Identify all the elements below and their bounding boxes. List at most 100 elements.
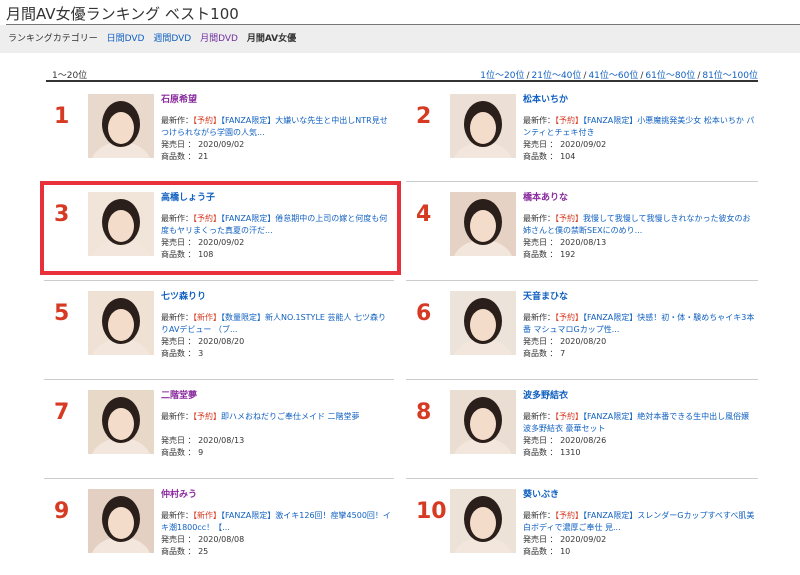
product-count-row: 商品数 ： 9 bbox=[161, 447, 394, 459]
count-label: 商品数 ： bbox=[523, 349, 558, 358]
entry-info: 石原希望 最新作：【予約】【FANZA限定】大嫌いな先生と中出しNTR見せつけられ… bbox=[161, 94, 394, 163]
release-label: 発売日 ： bbox=[523, 140, 558, 149]
category-bar: ランキングカテゴリー 日間DVD 週間DVD 月間DVD 月間AV女優 bbox=[0, 25, 800, 53]
release-date: 2020/08/20 bbox=[198, 337, 245, 346]
latest-work: 最新作：【新作】【数量限定】新人NO.1STYLE 芸能人 七ツ森りりAVデビュ… bbox=[161, 312, 394, 336]
category-monthly-dvd[interactable]: 月間DVD bbox=[200, 34, 238, 44]
actress-name-link[interactable]: 波多野結衣 bbox=[523, 390, 756, 404]
ranking-entry: 5 七ツ森りり最新作：【新作】【数量限定】新人NO.1STYLE 芸能人 七ツ森り… bbox=[44, 291, 394, 377]
release-date-row: 発売日 ： 2020/09/02 bbox=[523, 139, 756, 151]
status-tag: 【新作】 bbox=[193, 511, 221, 520]
rank-number: 6 bbox=[416, 301, 432, 326]
release-date-row: 発売日 ： 2020/08/20 bbox=[523, 336, 756, 348]
count-label: 商品数 ： bbox=[523, 152, 558, 161]
release-date-row: 発売日 ： 2020/09/02 bbox=[523, 534, 756, 546]
highlight-box bbox=[40, 181, 401, 275]
status-tag: 【予約】 bbox=[555, 511, 583, 520]
latest-label: 最新作： bbox=[161, 412, 193, 421]
actress-photo[interactable] bbox=[88, 291, 154, 355]
product-count-row: 商品数 ： 104 bbox=[523, 151, 756, 163]
page-title: 月間AV女優ランキング ベスト100 bbox=[6, 5, 239, 23]
status-tag: 【予約】 bbox=[555, 116, 583, 125]
product-count-row: 商品数 ： 7 bbox=[523, 348, 756, 360]
product-count: 25 bbox=[198, 547, 209, 556]
actress-photo[interactable] bbox=[450, 390, 516, 454]
entry-info: 波多野結衣 最新作：【予約】【FANZA限定】絶対本番できる生中出し風俗嬢 波多野… bbox=[523, 390, 756, 459]
latest-label: 最新作： bbox=[523, 511, 555, 520]
product-count-row: 商品数 ： 192 bbox=[523, 249, 756, 261]
actress-photo[interactable] bbox=[88, 489, 154, 553]
actress-name-link[interactable]: 仲村みう bbox=[161, 489, 394, 503]
latest-work: 最新作：【予約】即ハメおねだりご奉仕メイド 二階堂夢 bbox=[161, 411, 394, 435]
actress-name-link[interactable]: 葵いぶき bbox=[523, 489, 756, 503]
ranking-entry: 8 波多野結衣 最新作：【予約】【FANZA限定】絶対本番できる生中出し風俗嬢 波多… bbox=[406, 390, 756, 476]
actress-photo[interactable] bbox=[450, 94, 516, 158]
entry-info: 七ツ森りり最新作：【新作】【数量限定】新人NO.1STYLE 芸能人 七ツ森りり… bbox=[161, 291, 394, 360]
category-weekly-dvd[interactable]: 週間DVD bbox=[153, 34, 191, 44]
release-date: 2020/08/20 bbox=[560, 337, 607, 346]
actress-name-link[interactable]: 橋本ありな bbox=[523, 192, 756, 206]
actress-name-link[interactable]: 七ツ森りり bbox=[161, 291, 394, 305]
actress-name-link[interactable]: 石原希望 bbox=[161, 94, 394, 108]
row-divider bbox=[44, 280, 394, 281]
entry-info: 仲村みう最新作：【新作】【FANZA限定】激イキ126回！痙攣4500回！イキ潮… bbox=[161, 489, 394, 558]
actress-photo[interactable] bbox=[450, 192, 516, 256]
latest-label: 最新作： bbox=[161, 511, 193, 520]
entry-info: 松本いちか 最新作：【予約】【FANZA限定】小悪魔挑発美少女 松本いちか パンテ… bbox=[523, 94, 756, 163]
category-daily-dvd[interactable]: 日間DVD bbox=[107, 34, 145, 44]
row-divider bbox=[406, 478, 758, 479]
row-divider bbox=[406, 181, 758, 182]
status-tag: 【予約】 bbox=[555, 313, 583, 322]
actress-photo[interactable] bbox=[450, 291, 516, 355]
release-label: 発売日 ： bbox=[523, 436, 558, 445]
release-label: 発売日 ： bbox=[161, 140, 196, 149]
actress-name-link[interactable]: 二階堂夢 bbox=[161, 390, 394, 404]
count-label: 商品数 ： bbox=[161, 448, 196, 457]
ranking-entry: 2 松本いちか 最新作：【予約】【FANZA限定】小悪魔挑発美少女 松本いちか パン… bbox=[406, 94, 756, 180]
release-date-row: 発売日 ： 2020/08/13 bbox=[523, 237, 756, 249]
status-tag: 【予約】 bbox=[555, 214, 583, 223]
product-count: 3 bbox=[198, 349, 204, 358]
latest-work-link[interactable]: 即ハメおねだりご奉仕メイド 二階堂夢 bbox=[221, 412, 360, 421]
count-label: 商品数 ： bbox=[161, 547, 196, 556]
release-date: 2020/08/13 bbox=[198, 436, 245, 445]
product-count-row: 商品数 ： 10 bbox=[523, 546, 756, 558]
rank-number: 5 bbox=[54, 301, 70, 326]
release-label: 発売日 ： bbox=[161, 337, 196, 346]
latest-work: 最新作：【予約】我慢して我慢して我慢しきれなかった彼女のお姉さんと僕の禁断SEX… bbox=[523, 213, 756, 237]
status-tag: 【新作】 bbox=[193, 313, 221, 322]
category-label: ランキングカテゴリー bbox=[8, 34, 98, 44]
release-label: 発売日 ： bbox=[161, 535, 196, 544]
range-divider bbox=[46, 80, 758, 82]
product-count: 10 bbox=[560, 547, 571, 556]
status-tag: 【予約】 bbox=[193, 116, 221, 125]
actress-photo[interactable] bbox=[88, 390, 154, 454]
rank-number: 8 bbox=[416, 400, 432, 425]
row-divider bbox=[406, 379, 758, 380]
rank-number: 4 bbox=[416, 202, 432, 227]
release-label: 発売日 ： bbox=[161, 436, 196, 445]
rank-number: 10 bbox=[416, 499, 447, 524]
latest-label: 最新作： bbox=[523, 412, 555, 421]
release-label: 発売日 ： bbox=[523, 238, 558, 247]
actress-photo[interactable] bbox=[88, 94, 154, 158]
row-divider bbox=[44, 379, 394, 380]
actress-name-link[interactable]: 松本いちか bbox=[523, 94, 756, 108]
entry-info: 天音まひな 最新作：【予約】【FANZA限定】快感！初・体・験めちゃイキ3本番 マ… bbox=[523, 291, 756, 360]
row-divider bbox=[406, 280, 758, 281]
latest-work: 最新作：【予約】【FANZA限定】スレンダーGカップすべすべ肌美白ボディで濃厚ご… bbox=[523, 510, 756, 534]
actress-name-link[interactable]: 天音まひな bbox=[523, 291, 756, 305]
latest-work: 最新作：【新作】【FANZA限定】激イキ126回！痙攣4500回！イキ潮1800… bbox=[161, 510, 394, 534]
release-date: 2020/08/13 bbox=[560, 238, 607, 247]
product-count: 104 bbox=[560, 152, 576, 161]
release-date: 2020/08/26 bbox=[560, 436, 607, 445]
release-label: 発売日 ： bbox=[523, 535, 558, 544]
actress-photo[interactable] bbox=[450, 489, 516, 553]
release-date-row: 発売日 ： 2020/08/20 bbox=[161, 336, 394, 348]
status-tag: 【予約】 bbox=[555, 412, 583, 421]
entry-info: 二階堂夢最新作：【予約】即ハメおねだりご奉仕メイド 二階堂夢 発売日 ： 2020… bbox=[161, 390, 394, 459]
release-date-row: 発売日 ： 2020/08/08 bbox=[161, 534, 394, 546]
release-date-row: 発売日 ： 2020/08/26 bbox=[523, 435, 756, 447]
category-monthly-actress: 月間AV女優 bbox=[246, 34, 297, 44]
rank-number: 2 bbox=[416, 104, 432, 129]
